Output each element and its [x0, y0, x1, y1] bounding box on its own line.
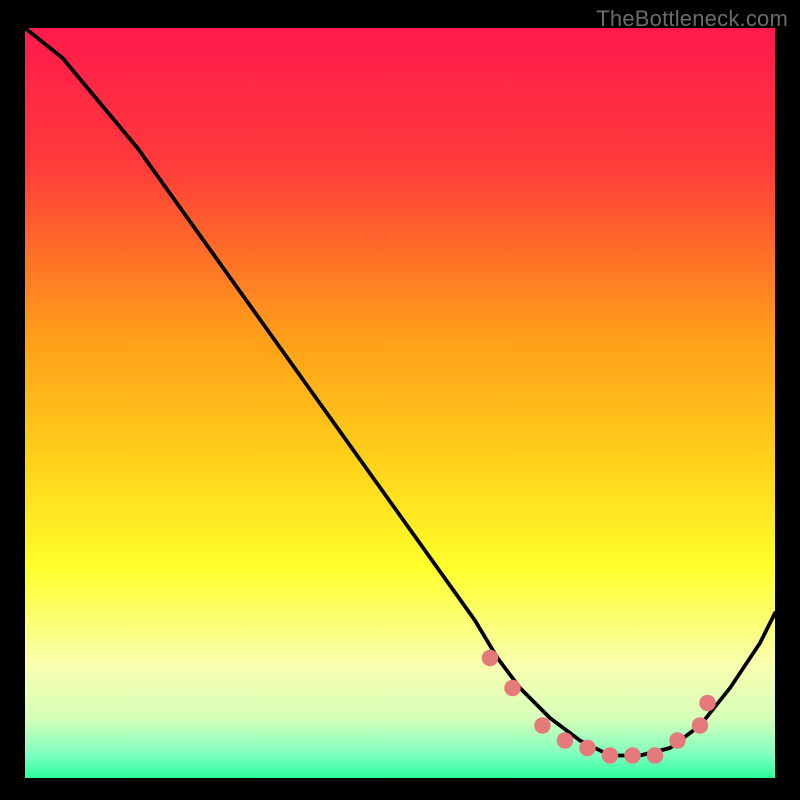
curve-dot [504, 680, 521, 697]
curve-dot [624, 747, 641, 764]
chart-frame: TheBottleneck.com [0, 0, 800, 800]
curve-dot [699, 695, 716, 712]
curve-highlight-dots [25, 28, 775, 778]
curve-dot [534, 717, 551, 734]
curve-dot [669, 732, 686, 749]
curve-dot [557, 732, 574, 749]
curve-dot [647, 747, 664, 764]
plot-area [25, 28, 775, 778]
curve-dot [602, 747, 619, 764]
curve-dot [579, 740, 596, 757]
curve-dot [482, 650, 499, 667]
curve-dot [692, 717, 709, 734]
